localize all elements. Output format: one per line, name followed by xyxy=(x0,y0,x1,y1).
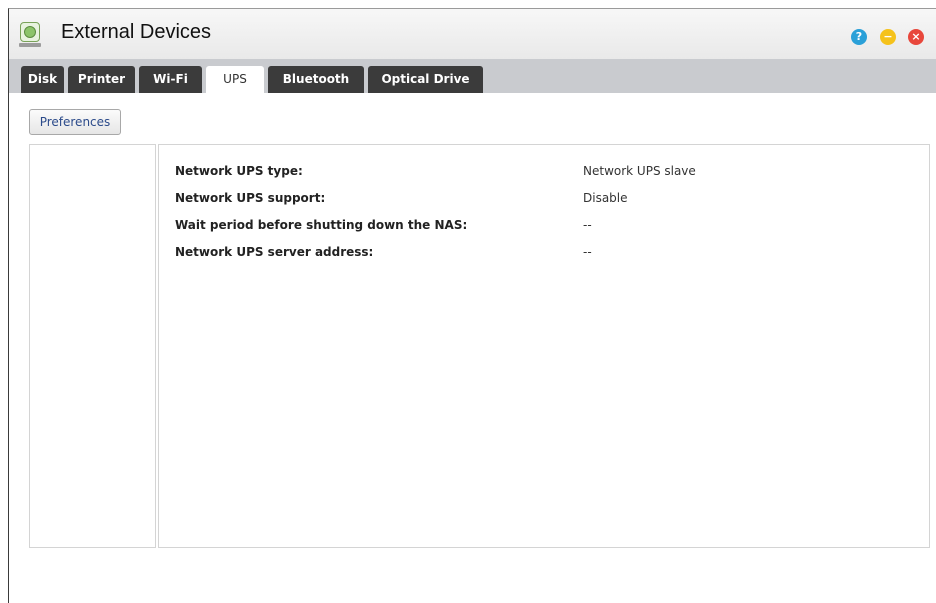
help-icon[interactable]: ? xyxy=(851,29,867,45)
wait-period-value: -- xyxy=(583,218,592,232)
ups-type-value: Network UPS slave xyxy=(583,164,696,178)
ups-info-panel: Network UPS type: Network UPS slave Netw… xyxy=(158,144,930,548)
close-icon[interactable]: × xyxy=(908,29,924,45)
server-address-row: Network UPS server address: -- xyxy=(175,242,915,262)
tab-printer[interactable]: Printer xyxy=(68,66,135,93)
title-bar[interactable]: External Devices ? − × xyxy=(9,9,936,59)
server-address-label: Network UPS server address: xyxy=(175,245,374,259)
ups-support-label: Network UPS support: xyxy=(175,191,326,205)
external-devices-icon xyxy=(19,22,41,48)
server-address-value: -- xyxy=(583,245,592,259)
tab-disk[interactable]: Disk xyxy=(21,66,64,93)
ups-support-row: Network UPS support: Disable xyxy=(175,188,915,208)
ups-type-row: Network UPS type: Network UPS slave xyxy=(175,161,915,181)
external-devices-window: External Devices ? − × Disk Printer Wi-F… xyxy=(8,8,936,603)
ups-type-label: Network UPS type: xyxy=(175,164,303,178)
window-title: External Devices xyxy=(61,21,212,43)
wait-period-label: Wait period before shutting down the NAS… xyxy=(175,218,468,232)
tab-bar: Disk Printer Wi-Fi UPS Bluetooth Optical… xyxy=(9,59,936,93)
preferences-button[interactable]: Preferences xyxy=(29,109,121,135)
tab-wifi[interactable]: Wi-Fi xyxy=(139,66,202,93)
ups-support-value: Disable xyxy=(583,191,628,205)
tab-ups[interactable]: UPS xyxy=(206,66,264,93)
minimize-icon[interactable]: − xyxy=(880,29,896,45)
tab-optical-drive[interactable]: Optical Drive xyxy=(368,66,483,93)
tab-bluetooth[interactable]: Bluetooth xyxy=(268,66,364,93)
wait-period-row: Wait period before shutting down the NAS… xyxy=(175,215,915,235)
left-panel xyxy=(29,144,156,548)
